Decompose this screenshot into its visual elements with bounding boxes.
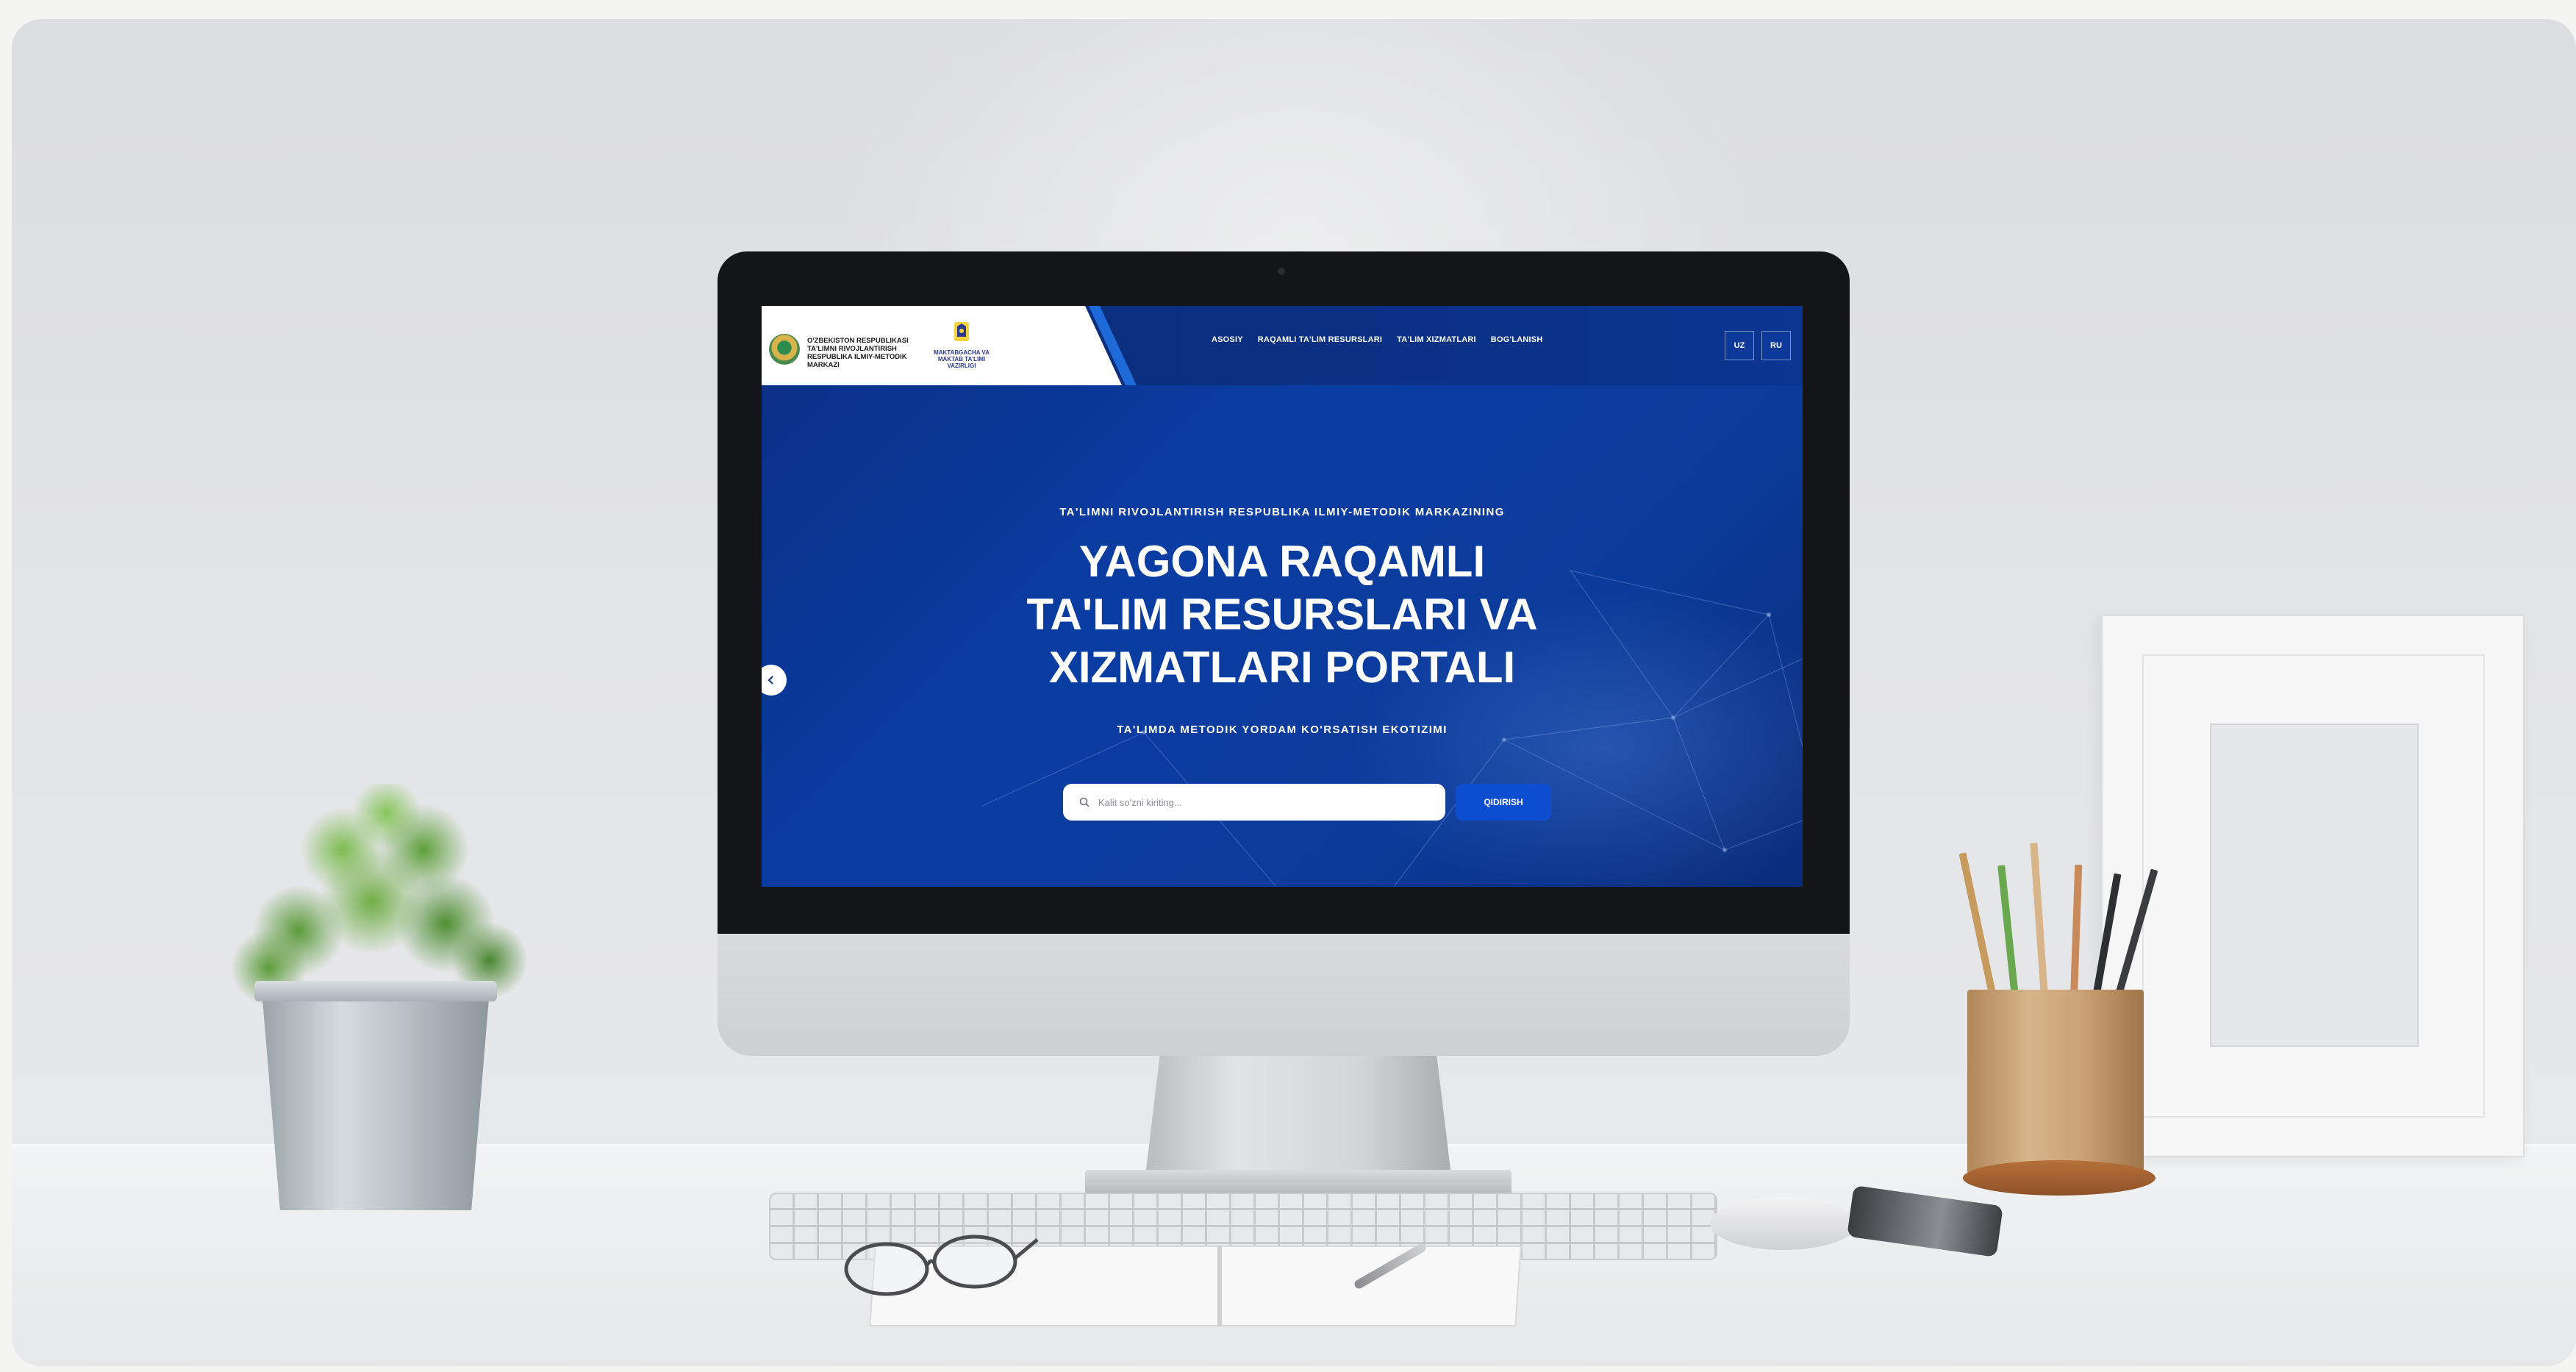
lang-button-uz[interactable]: UZ [1725,331,1754,360]
picture-frame-window [2210,723,2419,1047]
pencil-cup [1967,990,2144,1173]
search-box [1063,784,1445,821]
nav-item-resources[interactable]: RAQAMLI TA'LIM RESURSLARI [1258,335,1382,344]
org-name[interactable]: O'zbekiston Respublikasi Ta'limni rivojl… [807,337,917,369]
state-emblem-icon[interactable] [769,334,800,365]
eyeglasses [844,1235,1039,1296]
photo-scene: O'zbekiston Respublikasi Ta'limni rivojl… [12,19,2576,1366]
plant-leaves [210,784,548,1004]
monitor-stand [1144,1034,1453,1188]
search-icon [1079,797,1090,807]
lang-button-ru[interactable]: RU [1761,331,1791,360]
plant-pot [262,990,490,1210]
hero-eyebrow: TA'LIMNI RIVOJLANTIRISH RESPUBLIKA ILMIY… [1059,506,1505,518]
search-input[interactable] [1097,796,1423,809]
ministry-name: Maktabgacha va maktab ta'limi vazirligi [934,349,990,369]
monitor-screen: O'zbekiston Respublikasi Ta'limni rivojl… [762,306,1803,887]
main-nav: ASOSIY RAQAMLI TA'LIM RESURSLARI TA'LIM … [1212,335,1542,344]
nav-item-asosiy[interactable]: ASOSIY [1212,335,1243,344]
hero-title: YAGONA RAQAMLI TA'LIM RESURSLARI VA XIZM… [1026,537,1538,692]
arrow-left-icon [768,676,773,685]
ministry-logo-icon [954,322,969,341]
cup-saucer [1963,1160,2155,1196]
search-button[interactable]: QIDIRISH [1456,784,1551,821]
nav-item-services[interactable]: TA'LIM XIZMATLARI [1397,335,1476,344]
notebook-spine [1217,1246,1222,1326]
hero-subtitle: TA'LIMDA METODIK YORDAM KO'RSATISH EKOTI… [1117,723,1448,736]
ministry-logo[interactable]: Maktabgacha va maktab ta'limi vazirligi [932,321,991,379]
mouse [1710,1197,1857,1250]
monitor-stand-base [1085,1170,1511,1195]
site-header: O'zbekiston Respublikasi Ta'limni rivojl… [762,306,1803,385]
webcam-icon [1278,268,1285,275]
plant-pot-rim [254,981,497,1001]
nav-item-contact[interactable]: BOG'LANISH [1491,335,1543,344]
